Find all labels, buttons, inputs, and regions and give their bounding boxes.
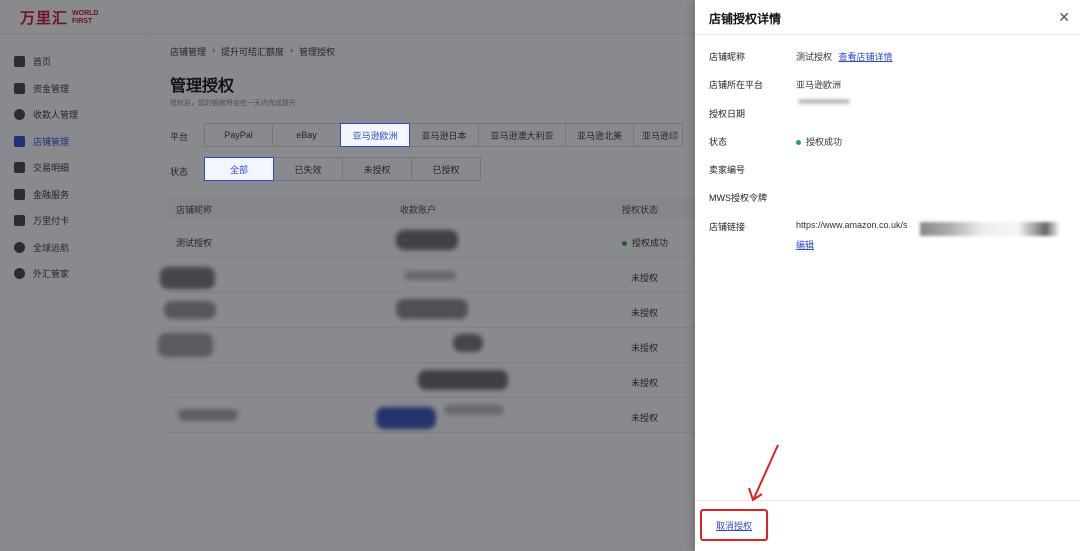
nickname-value: 测试授权 [796,52,833,62]
tab-status-selected[interactable]: 全部 [204,157,274,181]
red-arrow-annotation [748,444,779,502]
drawer-title: 店铺授权详情 [709,12,782,26]
status-label: 状态 [709,137,728,147]
divider [695,34,1080,35]
cancel-authorization-button[interactable]: 取消授权 [716,519,752,532]
seller-id-label: 卖家编号 [709,165,746,175]
redacted-link [920,222,1060,236]
close-icon[interactable]: ✕ [1058,9,1070,26]
tab-platform-selected[interactable]: 亚马逊欧洲 [340,123,410,147]
store-link-label: 店铺链接 [709,222,746,232]
nickname-label: 店铺昵称 [709,52,746,62]
cancel-auth-highlight: 取消授权 [700,509,768,541]
success-dot-icon [796,140,801,146]
status-value: 授权成功 [806,137,843,147]
mws-token-label: MWS授权令牌 [709,193,767,203]
edit-link[interactable]: 编辑 [796,238,814,251]
platform-label: 店铺所在平台 [709,80,764,90]
auth-date-label: 授权日期 [709,109,746,119]
status-value-row: 授权成功 [796,135,842,148]
store-link-value[interactable]: https://www.amazon.co.uk/s [796,220,911,230]
redacted-value [798,99,850,104]
platform-value: 亚马逊欧洲 [796,80,842,90]
view-store-details-link[interactable]: 查看店铺详情 [839,52,893,62]
arrow-shaft [753,444,779,499]
nickname-value-row: 测试授权 查看店铺详情 [796,50,893,63]
